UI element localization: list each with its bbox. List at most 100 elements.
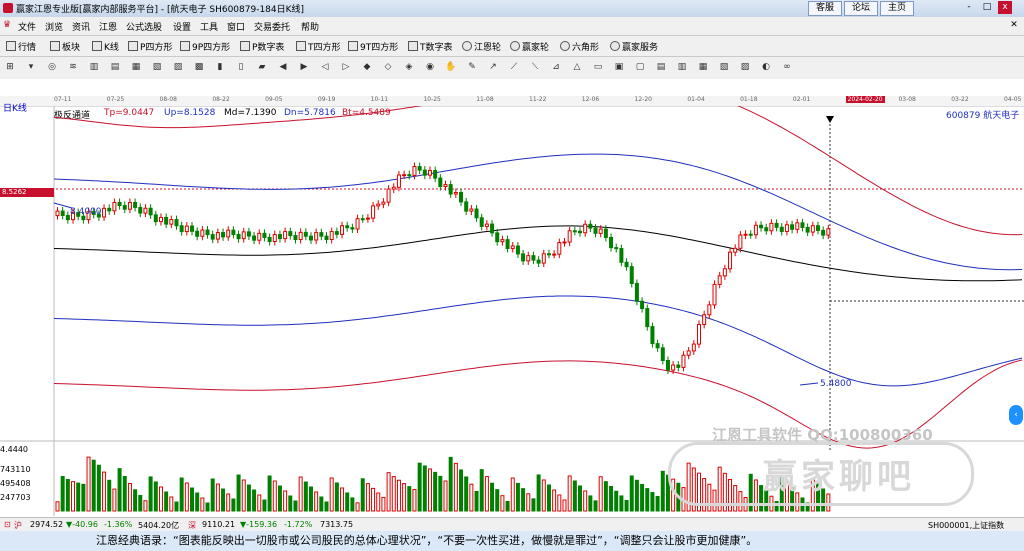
toolbar-tool-icon[interactable]: ▭: [592, 61, 604, 73]
candle: [728, 251, 733, 270]
doc-close-icon[interactable]: ✕: [1008, 19, 1020, 31]
volume-bar: [505, 500, 510, 512]
menu-tools[interactable]: 工具: [200, 20, 218, 33]
toolbar-tool-icon[interactable]: ▮: [214, 61, 226, 73]
volume-bar: [71, 481, 76, 512]
toolbar-tool-icon[interactable]: ▦: [697, 61, 709, 73]
nav-gann-wheel[interactable]: 江恩轮: [462, 40, 501, 53]
candle: [759, 224, 764, 229]
toolbar-tool-icon[interactable]: ▷: [340, 61, 352, 73]
volume-bar: [148, 476, 153, 512]
menu-logo-icon: ♛: [3, 20, 12, 30]
toolbar-tool-icon[interactable]: ▩: [193, 61, 205, 73]
candle: [546, 253, 551, 256]
maximize-button[interactable]: □: [980, 1, 994, 14]
menu-trade[interactable]: 交易委托: [254, 20, 290, 33]
toolbar-tool-icon[interactable]: △: [571, 61, 583, 73]
toolbar-tool-icon[interactable]: ◈: [403, 61, 415, 73]
candle: [148, 207, 153, 216]
toolbar-tool-icon[interactable]: ◐: [760, 61, 772, 73]
toolbar-tool-icon[interactable]: ◇: [382, 61, 394, 73]
volume-bar: [433, 471, 438, 512]
toolbar-tool-icon[interactable]: ▶: [298, 61, 310, 73]
toolbar-tool-icon[interactable]: ▾: [25, 61, 37, 73]
date-tick-label: 02-01: [792, 96, 811, 103]
toolbar-tool-icon[interactable]: ◁: [319, 61, 331, 73]
volume-bar: [60, 476, 65, 512]
toolbar-tool-icon[interactable]: ▦: [130, 61, 142, 73]
toolbar-tool-icon[interactable]: ▥: [88, 61, 100, 73]
menu-formula[interactable]: 公式选股: [126, 20, 162, 33]
date-tick-label: 07-11: [54, 96, 72, 103]
menu-info[interactable]: 资讯: [72, 20, 90, 33]
toolbar-tool-icon[interactable]: ▤: [109, 61, 121, 73]
nav-9p-square[interactable]: 9P四方形: [180, 40, 230, 53]
toolbar-tool-icon[interactable]: ▤: [655, 61, 667, 73]
toolbar-tool-icon[interactable]: ◆: [361, 61, 373, 73]
toolbar-tool-icon[interactable]: ✎: [466, 61, 478, 73]
nav-hexagon[interactable]: 六角形: [560, 40, 599, 53]
menu-gann[interactable]: 江恩: [99, 20, 117, 33]
menu-browse[interactable]: 浏览: [45, 20, 63, 33]
volume-axis-3: 247703: [0, 493, 31, 502]
toolbar-tool-icon[interactable]: ▢: [634, 61, 646, 73]
minimize-button[interactable]: -: [962, 1, 976, 14]
menu-file[interactable]: 文件: [18, 20, 36, 33]
toolbar-tool-icon[interactable]: ▥: [676, 61, 688, 73]
volume-bar: [179, 477, 184, 512]
link-home[interactable]: 主页: [880, 1, 914, 16]
volume-bar: [453, 462, 458, 512]
toolbar-tool-icon[interactable]: ▣: [613, 61, 625, 73]
toolbar-tool-icon[interactable]: ◀: [277, 61, 289, 73]
nav-9t-square[interactable]: 9T四方形: [348, 40, 398, 53]
close-button[interactable]: x: [998, 1, 1012, 14]
volume-bar: [371, 487, 376, 512]
toolbar-tool-icon[interactable]: ∞: [781, 61, 793, 73]
candle: [557, 242, 562, 255]
toolbar-tool-icon[interactable]: ◉: [424, 61, 436, 73]
nav-t-table[interactable]: T数字表: [408, 40, 453, 53]
nav-t-square[interactable]: T四方形: [296, 40, 341, 53]
toolbar-tool-icon[interactable]: ✋: [445, 61, 457, 73]
nav-winner-service[interactable]: 赢家服务: [610, 40, 658, 53]
nav-kline[interactable]: K线: [92, 40, 119, 53]
candle: [531, 255, 536, 261]
volume-bar: [593, 500, 598, 512]
volume-bar: [138, 494, 143, 512]
nav-p-square[interactable]: P四方形: [128, 40, 172, 53]
volume-bar: [231, 498, 236, 512]
toolbar-tool-icon[interactable]: ⟋: [508, 61, 520, 73]
toolbar-tool-icon[interactable]: ▧: [718, 61, 730, 73]
toolbar-tool-icon[interactable]: ◎: [46, 61, 58, 73]
nav-sector[interactable]: 板块: [50, 40, 80, 53]
nav-quotes[interactable]: 行情: [6, 40, 36, 53]
link-service[interactable]: 客服: [808, 1, 842, 16]
volume-bar: [262, 499, 267, 512]
toolbar-tool-icon[interactable]: ▯: [235, 61, 247, 73]
candle: [645, 308, 650, 328]
volume-bar: [578, 485, 583, 512]
candle: [60, 210, 65, 216]
scroll-right-button[interactable]: ‹: [1009, 405, 1023, 425]
toolbar-tool-icon[interactable]: ▧: [151, 61, 163, 73]
menu-window[interactable]: 窗口: [227, 20, 245, 33]
toolbar-tool-icon[interactable]: ⟍: [529, 61, 541, 73]
toolbar-tool-icon[interactable]: ⊞: [4, 61, 16, 73]
volume-bar: [479, 469, 484, 512]
volume-bar: [572, 480, 577, 512]
toolbar-tool-icon[interactable]: ⊿: [550, 61, 562, 73]
toolbar-tool-icon[interactable]: ↗: [487, 61, 499, 73]
nav-p-table[interactable]: P数字表: [240, 40, 284, 53]
date-tick-label: 10-25: [423, 96, 441, 103]
candle: [184, 225, 189, 233]
candle: [562, 241, 567, 244]
toolbar-tool-icon[interactable]: ▨: [172, 61, 184, 73]
toolbar-tool-icon[interactable]: ▰: [256, 61, 268, 73]
toolbar-tool-icon[interactable]: ≋: [67, 61, 79, 73]
volume-bar: [562, 499, 567, 512]
menu-help[interactable]: 帮助: [301, 20, 319, 33]
nav-winner-wheel[interactable]: 赢家轮: [510, 40, 549, 53]
link-forum[interactable]: 论坛: [844, 1, 878, 16]
toolbar-tool-icon[interactable]: ▨: [739, 61, 751, 73]
menu-settings[interactable]: 设置: [173, 20, 191, 33]
